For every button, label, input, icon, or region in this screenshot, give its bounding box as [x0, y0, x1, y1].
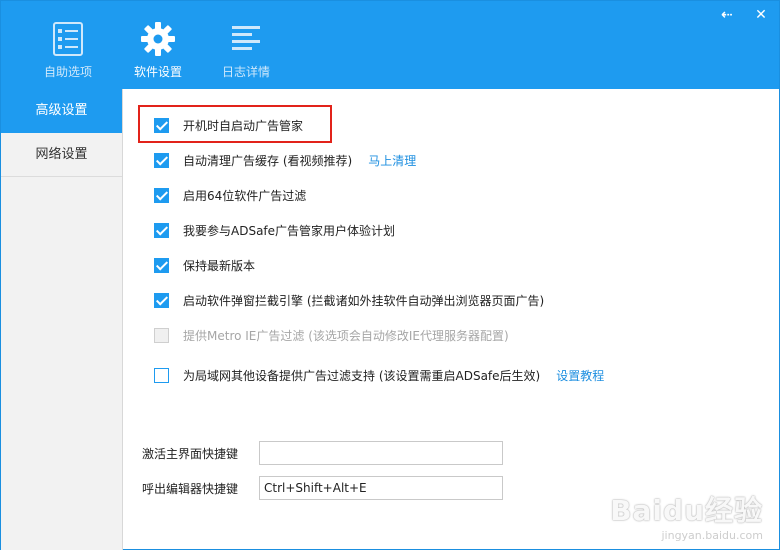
hotkey-activate-input[interactable] [259, 441, 503, 465]
option-label: 我要参与ADSafe广告管家用户体验计划 [183, 223, 396, 238]
option-label: 启用64位软件广告过滤 [183, 188, 307, 203]
tab-software-settings-label: 软件设置 [133, 65, 182, 79]
baidu-watermark: Baidu经验 jingyan.baidu.com [610, 489, 763, 542]
sidebar: 高级设置 网络设置 [1, 89, 123, 550]
tab-self-service[interactable]: 自助选项 [33, 17, 103, 81]
tab-software-settings[interactable]: 软件设置 [123, 17, 193, 81]
sidebar-item-advanced[interactable]: 高级设置 [1, 89, 122, 133]
option-label: 提供Metro IE广告过滤 (该选项会自动修改IE代理服务器配置) [183, 328, 509, 343]
option-label: 为局域网其他设备提供广告过滤支持 (该设置需重启ADSafe后生效) [183, 368, 541, 383]
option-clear-cache[interactable]: 自动清理广告缓存 (看视频推荐) 马上清理 [154, 150, 416, 170]
checklist-icon [53, 22, 83, 56]
tab-log-details[interactable]: 日志详情 [211, 17, 281, 81]
option-label: 保持最新版本 [183, 258, 256, 273]
hotkey-activate-label: 激活主界面快捷键 [142, 446, 239, 461]
checkbox [154, 327, 169, 343]
watermark-main: Baidu经验 [610, 494, 763, 527]
option-64bit-filter[interactable]: 启用64位软件广告过滤 [154, 185, 306, 205]
hotkey-editor-input[interactable] [259, 476, 503, 500]
option-keep-updated[interactable]: 保持最新版本 [154, 255, 255, 275]
option-metro-ie: 提供Metro IE广告过滤 (该选项会自动修改IE代理服务器配置) [154, 325, 509, 345]
setup-tutorial-link[interactable]: 设置教程 [556, 367, 604, 384]
option-label: 自动清理广告缓存 (看视频推荐) [183, 153, 353, 168]
hotkey-editor-label: 呼出编辑器快捷键 [142, 481, 239, 496]
option-ux-program[interactable]: 我要参与ADSafe广告管家用户体验计划 [154, 220, 395, 240]
option-popup-engine[interactable]: 启动软件弹窗拦截引擎 (拦截诸如外挂软件自动弹出浏览器页面广告) [154, 290, 544, 310]
checkbox[interactable] [154, 367, 169, 383]
checkbox[interactable] [154, 187, 169, 203]
log-lines-icon [232, 26, 260, 50]
option-lan-filter[interactable]: 为局域网其他设备提供广告过滤支持 (该设置需重启ADSafe后生效) 设置教程 [154, 365, 604, 385]
hotkey-editor-row: 呼出编辑器快捷键 [142, 476, 503, 500]
watermark-sub: jingyan.baidu.com [661, 529, 763, 542]
checkbox[interactable] [154, 117, 169, 133]
tab-self-service-label: 自助选项 [43, 65, 92, 79]
header-bar: ⇠ ✕ 自助选项 软件设置 日志详情 [1, 1, 779, 89]
hotkey-activate-row: 激活主界面快捷键 [142, 441, 503, 465]
checkbox[interactable] [154, 292, 169, 308]
gear-icon [141, 22, 175, 56]
window-controls: ⇠ ✕ [719, 7, 769, 23]
adsafe-settings-window: ⇠ ✕ 自助选项 软件设置 日志详情 高级设置 网络设置 开机时自启动广告管家 … [0, 0, 780, 550]
tab-log-details-label: 日志详情 [221, 65, 270, 79]
sidebar-item-network[interactable]: 网络设置 [1, 133, 122, 177]
settings-panel: 开机时自启动广告管家 自动清理广告缓存 (看视频推荐) 马上清理 启用64位软件… [124, 89, 779, 550]
checkbox[interactable] [154, 257, 169, 273]
checkbox[interactable] [154, 222, 169, 238]
option-label: 启动软件弹窗拦截引擎 (拦截诸如外挂软件自动弹出浏览器页面广告) [183, 293, 545, 308]
back-arrow-icon[interactable]: ⇠ [719, 7, 735, 23]
close-icon[interactable]: ✕ [753, 7, 769, 23]
option-autostart[interactable]: 开机时自启动广告管家 [154, 115, 303, 135]
option-label: 开机时自启动广告管家 [183, 118, 304, 133]
checkbox[interactable] [154, 152, 169, 168]
clear-now-link[interactable]: 马上清理 [368, 152, 416, 169]
